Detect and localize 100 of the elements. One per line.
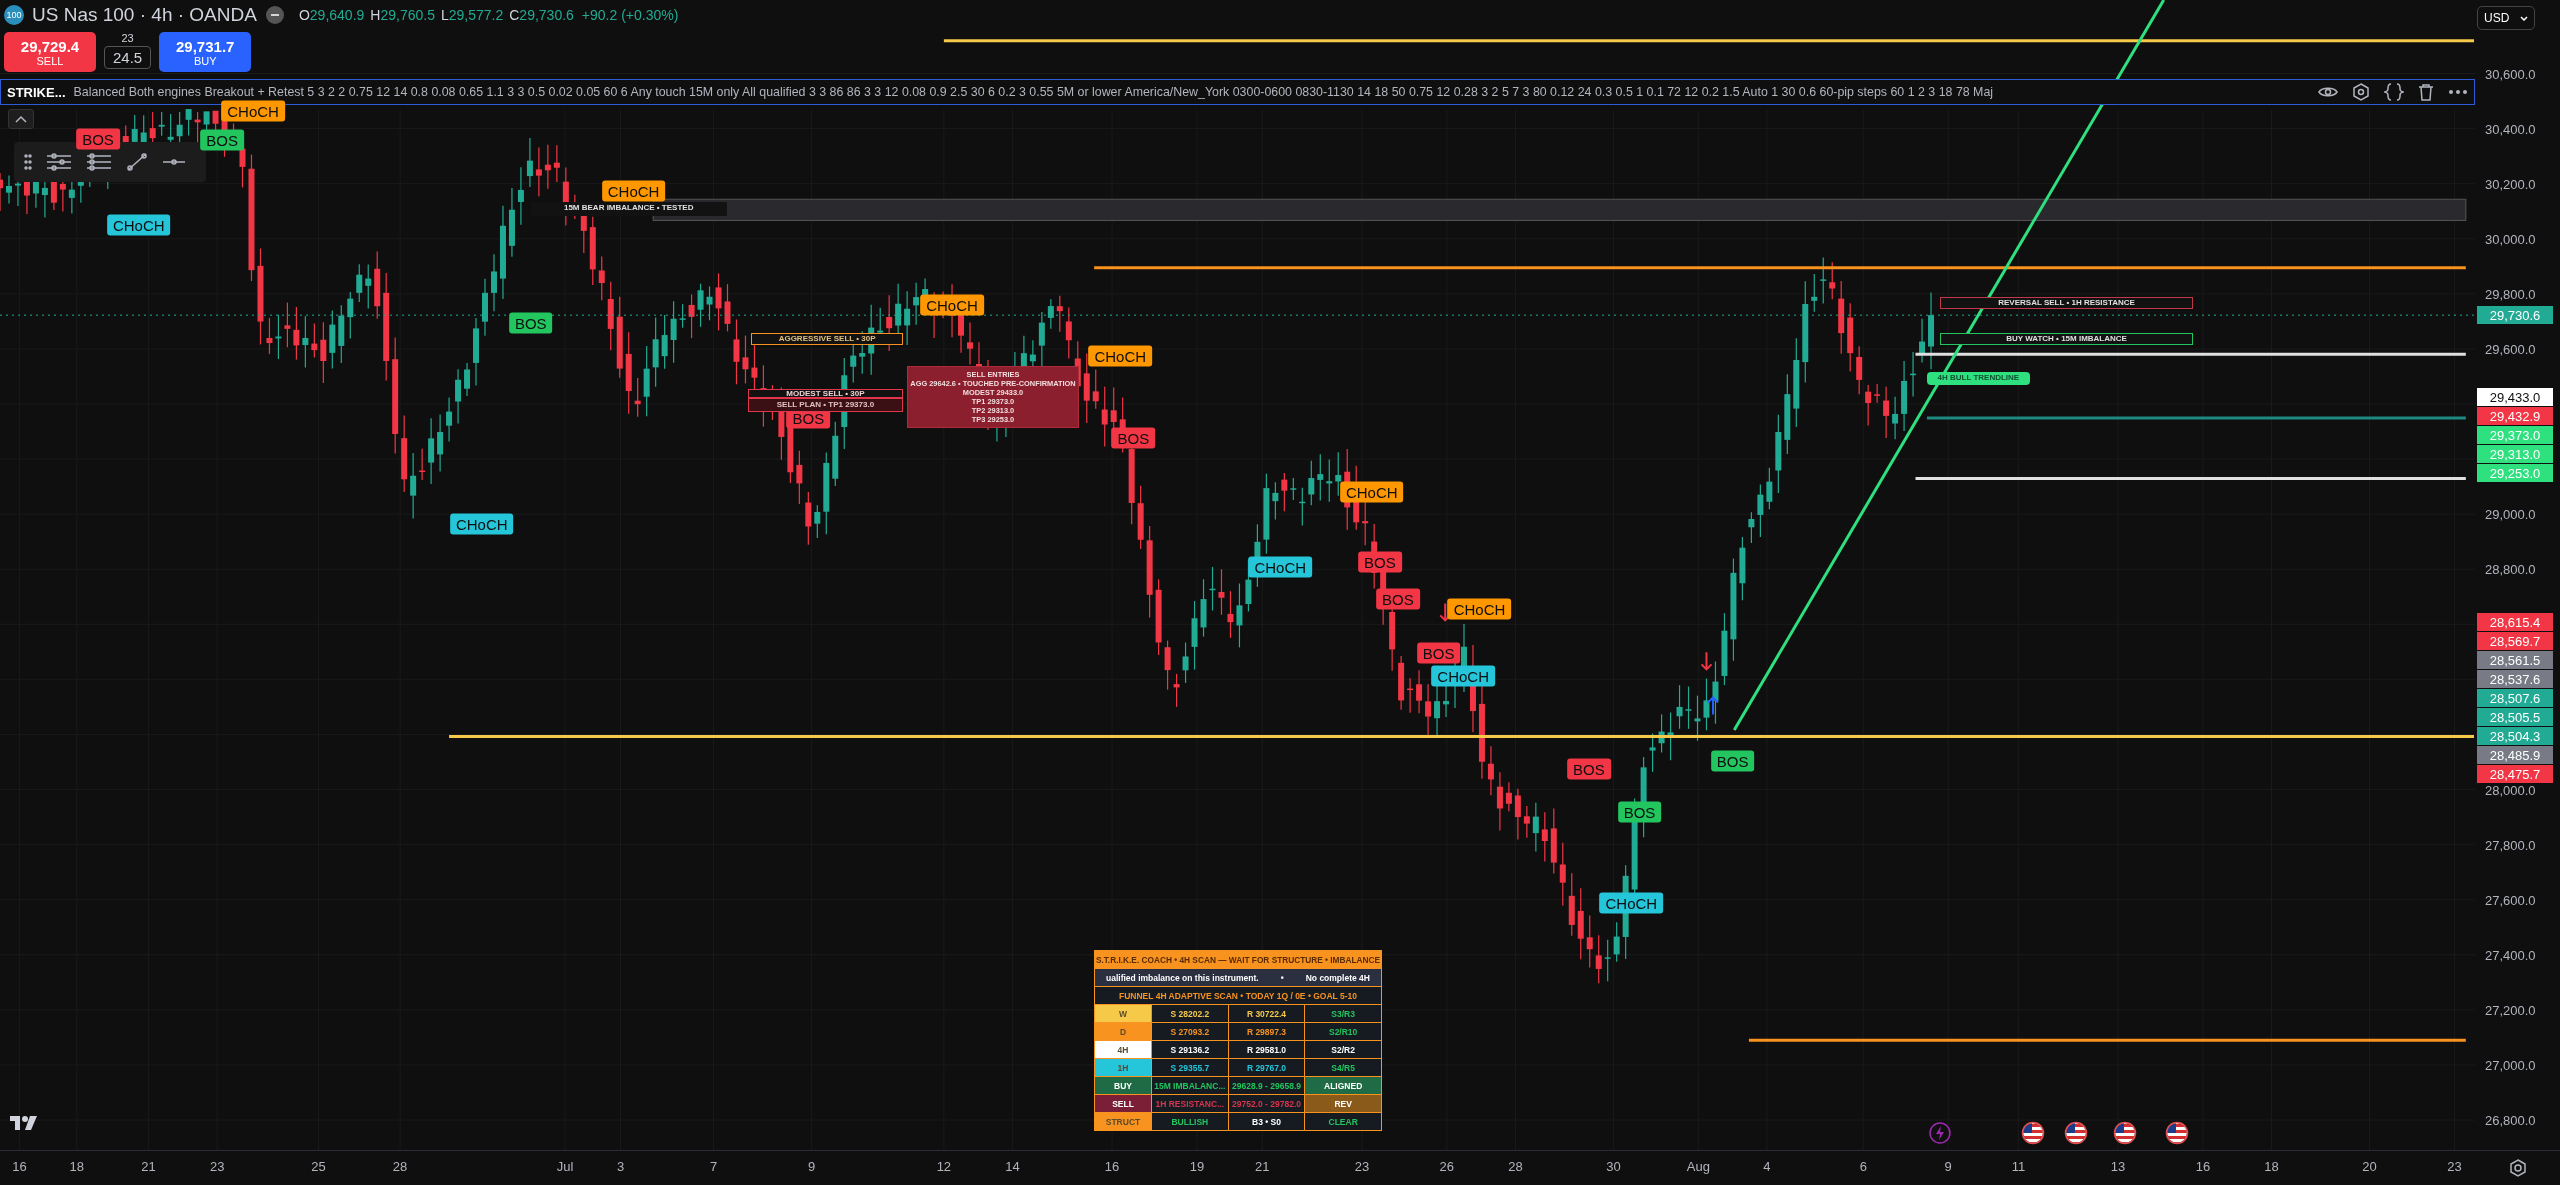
signal-label: BOS xyxy=(76,128,120,150)
price-tick: 29,600.0 xyxy=(2485,341,2536,357)
arrow-down-icon xyxy=(1700,651,1713,671)
trend-line-icon[interactable] xyxy=(126,152,148,172)
time-tick: 21 xyxy=(141,1159,156,1174)
table-cell: 15M IMBALANC... xyxy=(1151,1077,1228,1094)
time-tick: 13 xyxy=(2110,1159,2126,1174)
time-tick: 20 xyxy=(2362,1159,2377,1174)
time-tick: 26 xyxy=(1439,1159,1455,1174)
price-tag: 28,507.6 xyxy=(2477,689,2553,707)
zone-label: REVERSAL SELL • 1H RESISTANCE xyxy=(1940,297,2194,309)
time-tick: 25 xyxy=(311,1159,326,1174)
time-tick: 23 xyxy=(1354,1159,1370,1174)
flag-icon[interactable] xyxy=(2164,1121,2189,1146)
time-tick: 9 xyxy=(808,1159,816,1174)
buy-button[interactable]: 29,731.7 BUY xyxy=(159,32,252,72)
table-cell: S4/R5 xyxy=(1304,1059,1381,1076)
settings-icon[interactable] xyxy=(2507,1158,2528,1178)
ohlc-label: H xyxy=(370,7,381,23)
table-cell: REV xyxy=(1304,1095,1381,1112)
zone-label: SELL PLAN • TP1 29373.0 xyxy=(747,398,904,412)
settings-icon[interactable] xyxy=(2352,83,2370,101)
ohlc-label: O xyxy=(298,7,310,23)
minus-icon[interactable] xyxy=(264,5,285,25)
price-tick: 27,400.0 xyxy=(2485,947,2536,963)
lightning-icon[interactable] xyxy=(1929,1122,1951,1145)
price-tick: 30,200.0 xyxy=(2485,176,2536,192)
price-tag: 29,433.0 xyxy=(2477,388,2553,406)
horizontal-line-icon[interactable] xyxy=(162,157,186,167)
table-cell: R 29581.0 xyxy=(1227,1041,1305,1058)
price-change: +90.2 (+0.30%) xyxy=(581,7,679,23)
signal-label: CHoCH xyxy=(1339,481,1404,503)
signal-label: CHoCH xyxy=(1447,598,1512,620)
time-tick: 28 xyxy=(1508,1159,1523,1174)
signal-label: BOS xyxy=(1710,750,1755,772)
flag-icon[interactable] xyxy=(2112,1121,2137,1146)
table-cell: S2/R2 xyxy=(1304,1041,1381,1058)
price-tick: 28,000.0 xyxy=(2485,782,2536,798)
table-notice: ualified imbalance on this instrument. xyxy=(1106,972,1259,983)
collapse-button[interactable] xyxy=(8,109,34,129)
code-icon[interactable] xyxy=(2384,83,2404,101)
time-tick: 6 xyxy=(1859,1159,1867,1174)
ohlc-value: 29,640.9 xyxy=(309,7,365,23)
spread-value: 24.5 xyxy=(104,46,152,69)
time-tick: 7 xyxy=(710,1159,718,1174)
table-notice: • xyxy=(1280,972,1284,983)
flag-icon[interactable] xyxy=(2063,1121,2088,1146)
table-cell: ALIGNED xyxy=(1304,1077,1381,1094)
time-tick: Jul xyxy=(556,1159,574,1174)
table-cell: 4H xyxy=(1095,1041,1151,1058)
price-tick: 27,600.0 xyxy=(2485,892,2536,908)
zone-label: AGGRESSIVE SELL • 30P xyxy=(751,333,904,345)
ohlc-value: 29,577.2 xyxy=(448,7,504,23)
time-tick: 4 xyxy=(1763,1159,1771,1174)
ohlc-label: L xyxy=(440,7,449,23)
symbol-title[interactable]: US Nas 100 · 4h · OANDA xyxy=(32,4,257,26)
time-tick: 18 xyxy=(2264,1159,2279,1174)
time-tick: 16 xyxy=(1104,1159,1120,1174)
time-tick: 9 xyxy=(1944,1159,1952,1174)
sliders-icon[interactable] xyxy=(46,152,72,172)
ohlc-label: C xyxy=(509,7,520,23)
table-cell: CLEAR xyxy=(1304,1113,1381,1130)
table-cell: 1H xyxy=(1095,1059,1151,1076)
price-tag: 28,537.6 xyxy=(2477,670,2553,688)
ohlc-value: 29,760.5 xyxy=(380,7,435,23)
table-notice: No complete 4H xyxy=(1305,972,1370,983)
time-tick: 3 xyxy=(616,1159,625,1174)
price-tag: 28,569.7 xyxy=(2477,632,2553,650)
table-funnel: FUNNEL 4H ADAPTIVE SCAN • TODAY 1Q / 0E • GOAL 5-10 xyxy=(1095,986,1381,1004)
price-tick: 30,000.0 xyxy=(2485,231,2536,247)
currency-dropdown[interactable]: USD xyxy=(2477,6,2535,30)
price-tick: 27,200.0 xyxy=(2485,1002,2536,1018)
sell-button[interactable]: 29,729.4 SELL xyxy=(4,32,96,72)
signal-label: CHoCH xyxy=(1088,345,1153,367)
drag-handle-icon[interactable] xyxy=(24,153,32,171)
price-tick: 30,400.0 xyxy=(2485,121,2536,137)
time-tick: 23 xyxy=(2447,1159,2462,1174)
caret-up-icon xyxy=(15,115,27,123)
zone-label: 4H BULL TRENDLINE xyxy=(1926,372,2030,386)
signal-label: BOS xyxy=(1111,427,1156,449)
time-tick: Aug xyxy=(1686,1159,1710,1174)
time-tick: 16 xyxy=(2195,1159,2211,1174)
price-tag: 28,504.3 xyxy=(2477,727,2553,745)
signal-label: CHoCH xyxy=(106,214,171,236)
flag-icon[interactable] xyxy=(2021,1121,2046,1146)
time-tick: 28 xyxy=(392,1159,408,1174)
time-tick: 12 xyxy=(936,1159,952,1174)
table-cell: 1H RESISTANC... xyxy=(1151,1095,1228,1112)
symbol-badge: 100 xyxy=(4,5,24,25)
price-tick: 29,000.0 xyxy=(2485,506,2536,522)
sliders-icon[interactable] xyxy=(86,152,112,172)
indicator-name[interactable]: STRIKE... xyxy=(7,84,66,100)
more-icon[interactable] xyxy=(2448,89,2468,95)
time-tick: 16 xyxy=(12,1159,27,1174)
table-cell: R 30722.4 xyxy=(1227,1005,1305,1022)
price-tag: 29,313.0 xyxy=(2477,445,2553,463)
trash-icon[interactable] xyxy=(2418,83,2434,101)
signal-label: CHoCH xyxy=(1599,892,1664,914)
ohlc-value: 29,730.6 xyxy=(519,7,574,23)
table-title: S.T.R.I.K.E. COACH • 4H SCAN — WAIT FOR STRUCTURE • IMBALANCE xyxy=(1095,951,1381,968)
